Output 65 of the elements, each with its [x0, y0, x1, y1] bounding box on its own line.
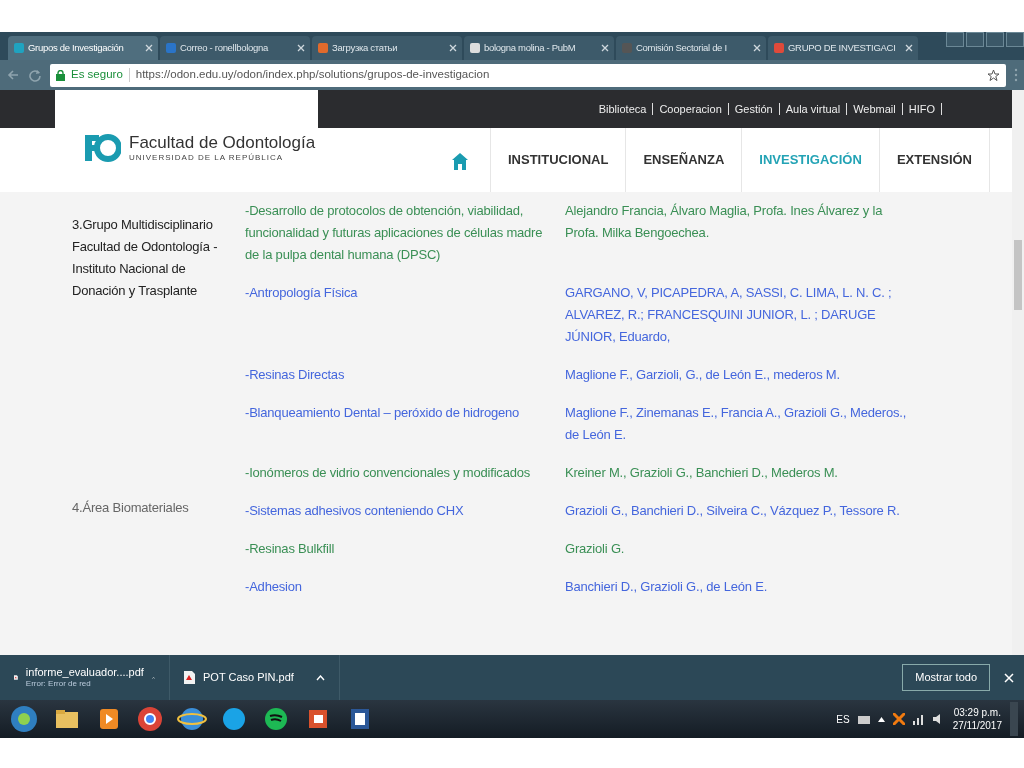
page-icon — [773, 42, 785, 54]
page-icon — [621, 42, 633, 54]
page-icon — [13, 42, 25, 54]
close-icon[interactable] — [449, 44, 457, 52]
pdf-icon — [184, 671, 195, 684]
keyboard-icon — [857, 714, 870, 724]
researcher-names: Maglione F., Zinemanas E., Francia A., Grazioli G., Mederos., de León E. — [565, 404, 908, 444]
logo-icon — [83, 131, 121, 165]
logo-subtitle: UNIVERSIDAD DE LA REPÚBLICA — [129, 151, 285, 164]
close-icon[interactable] — [601, 44, 609, 52]
researcher-names: Grazioli G., Banchieri D., Silveira C., Vázquez P., Tessore R. — [565, 502, 901, 520]
show-all-button[interactable]: Mostrar todo — [902, 664, 990, 691]
clock-time: 03:29 p.m. — [952, 706, 1002, 719]
caret-icon[interactable] — [877, 716, 885, 722]
download-status: Error: Error de red — [25, 679, 92, 689]
researcher-names: Kreiner M., Grazioli G., Banchieri D., Mederos M. — [565, 464, 839, 482]
scrollbar-thumb[interactable] — [1014, 240, 1022, 310]
close-icon[interactable] — [753, 44, 761, 52]
top-link[interactable]: Cooperacion — [653, 103, 729, 115]
research-topic: -Sistemas adhesivos conteniendo CHX — [245, 502, 465, 520]
research-topic: -Resinas Bulkfill — [245, 540, 336, 558]
close-icon[interactable] — [297, 44, 305, 52]
lock-icon — [56, 69, 65, 81]
network-icon[interactable] — [912, 713, 925, 725]
close-icon[interactable] — [905, 44, 913, 52]
top-link[interactable]: Aula virtual — [779, 103, 848, 115]
logo-title: Facultad de Odontología — [129, 132, 316, 152]
group-label: 3.Grupo Multidisciplinario Facultad de Odontología - Instituto Nacional de Donación y Trasplante — [72, 216, 219, 300]
research-topic: -Resinas Directas — [245, 366, 346, 384]
browser-tab[interactable]: Correo - ronellbologna — [160, 36, 310, 60]
top-link[interactable]: Webmail — [847, 103, 903, 115]
researcher-names: GARGANO, V, PICAPEDRA, A, SASSI, C. LIMA, L. N. C. ; ALVAREZ, R.; FRANCESQUINI JUNIOR, L. ; DARUGE JÚNIOR, Eduardo, — [565, 284, 893, 346]
caret-icon — [316, 674, 325, 681]
antivirus-icon[interactable] — [892, 713, 905, 725]
browser-tab[interactable]: bologna molina - PubM — [464, 36, 614, 60]
file-name: POT Caso PIN.pdf — [203, 671, 295, 684]
browser-tab[interactable]: Comisión Sectorial de I — [616, 36, 766, 60]
research-topic: -Ionómeros de vidrio convencionales y modificados — [245, 464, 532, 482]
top-link[interactable]: Gestión — [728, 103, 780, 115]
browser-tab[interactable]: GRUPO DE INVESTIGACI — [768, 36, 918, 60]
research-topic: -Blanqueamiento Dental – peróxido de hidrogeno — [245, 404, 521, 422]
research-topic: -Adhesion — [245, 578, 303, 596]
top-link[interactable]: HIFO — [902, 103, 942, 115]
file-name: informe_evaluador....pdf — [25, 666, 144, 679]
page-icon — [317, 42, 329, 54]
secure-label: Es seguro — [71, 67, 123, 83]
page-icon — [165, 42, 177, 54]
star-icon[interactable] — [987, 68, 1000, 82]
researcher-names: Maglione F., Garzioli, G., de León E., mederos M. — [565, 366, 841, 384]
page-icon — [469, 42, 481, 54]
researcher-names: Grazioli G. — [565, 540, 626, 558]
browser-tab[interactable]: Загрузка статьи — [312, 36, 462, 60]
home-icon — [452, 151, 468, 170]
researcher-names: Banchieri D., Grazioli G., de León E. — [565, 578, 769, 596]
researcher-names: Alejandro Francia, Álvaro Maglia, Profa. Ines Álvarez y la Profa. Milka Bengoechea. — [565, 202, 884, 242]
top-link[interactable]: Biblioteca — [592, 103, 654, 115]
research-topic: -Antropología Física — [245, 284, 359, 302]
nav-tab[interactable]: EXTENSIÓN — [878, 128, 990, 192]
group-label: 4.Área Biomateriales — [72, 499, 190, 517]
research-topic: -Desarrollo de protocolos de obtención, viabilidad, funcionalidad y futuras aplicaciones de células madre de la pulpa dental humana (DPSC) — [245, 202, 544, 264]
clock-date: 27/11/2017 — [952, 719, 1002, 732]
address-bar[interactable]: Es seguro https://odon.edu.uy/odon/index.php/solutions/grupos-de-investigacion — [50, 63, 1006, 87]
browser-tab[interactable]: Grupos de Investigación — [8, 36, 158, 60]
language-indicator: ES — [836, 712, 850, 727]
url-text: https://odon.edu.uy/odon/index.php/solutions/grupos-de-investigacion — [135, 67, 491, 83]
